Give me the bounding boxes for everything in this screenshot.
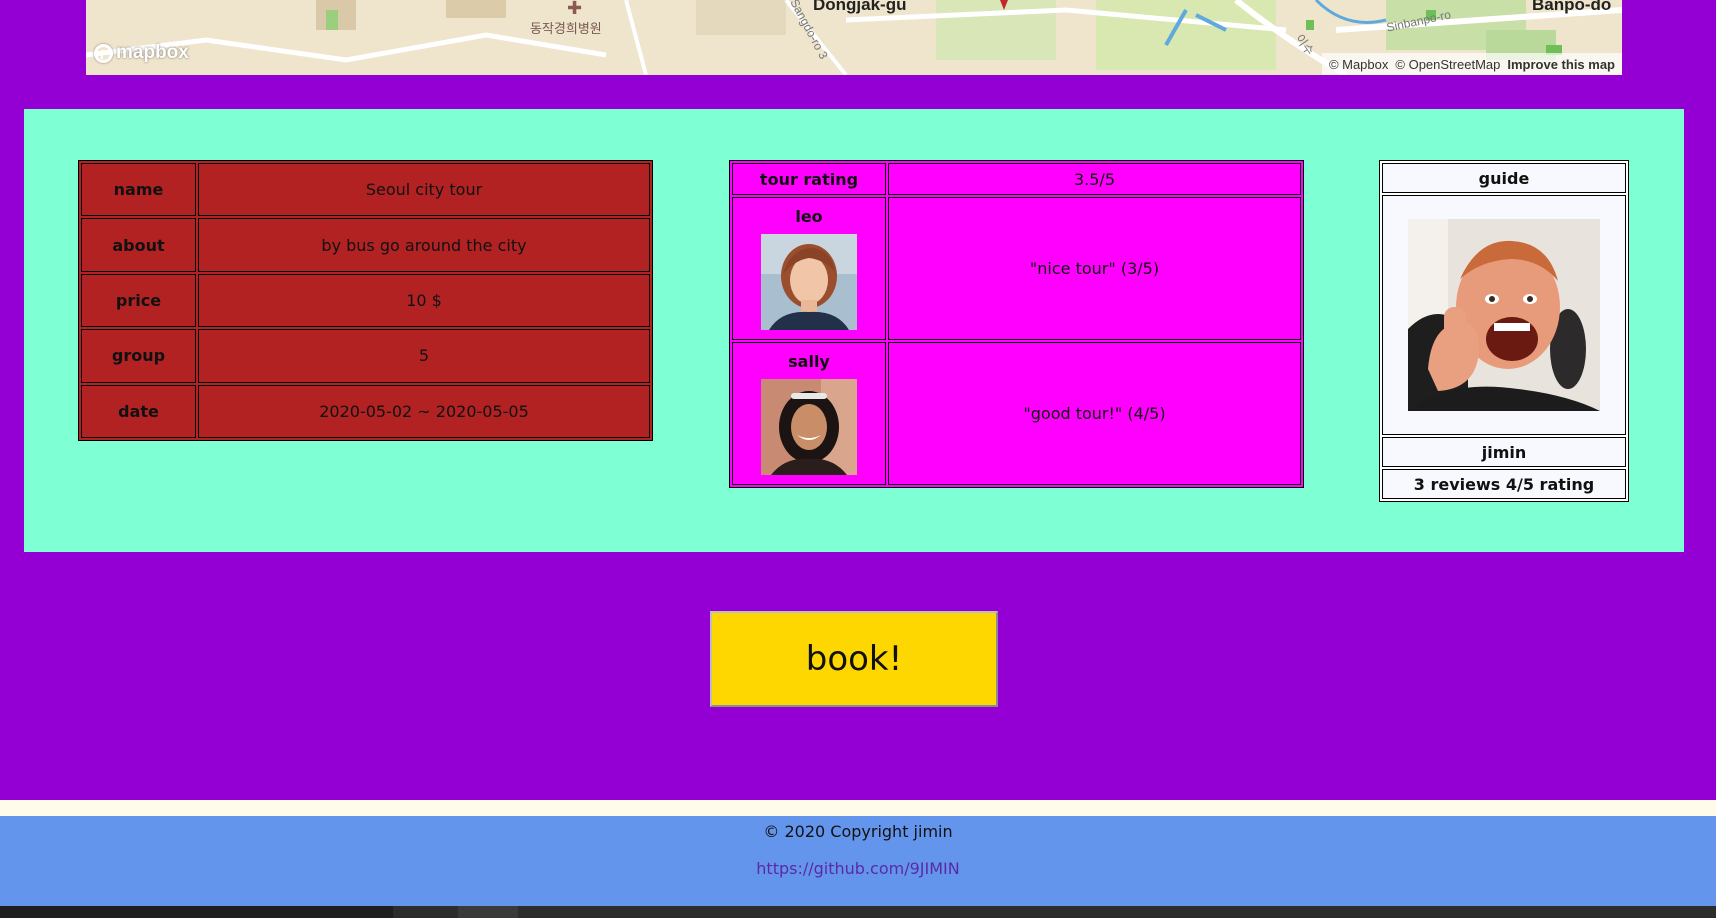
tour-row-about: about by bus go around the city	[81, 218, 650, 272]
review-comment: "nice tour" (3/5)	[888, 197, 1301, 340]
guide-header: guide	[1382, 163, 1626, 193]
map[interactable]: Dongjak-gu Banpo-do 동작경희병원 ✚ Sangdo-ro 3…	[86, 0, 1622, 75]
attribution-osm-link[interactable]: © OpenStreetMap	[1395, 57, 1500, 72]
guide-summary: 3 reviews 4/5 rating	[1382, 469, 1626, 499]
map-label-hospital: 동작경희병원	[530, 22, 602, 37]
footer: © 2020 Copyright jimin https://github.co…	[0, 816, 1716, 906]
book-button[interactable]: book!	[710, 611, 998, 707]
map-label-district: Banpo-do	[1532, 0, 1612, 14]
tour-field-label: date	[81, 384, 196, 438]
tour-field-value: Seoul city tour	[198, 163, 650, 217]
tour-row-price: price 10 $	[81, 273, 650, 328]
mapbox-logo-text: mapbox	[116, 42, 189, 63]
guide-table: guide jimin 3 reviews 4/5 rating	[1379, 160, 1629, 502]
tour-field-label: name	[81, 163, 196, 217]
reviewer-name: leo	[795, 207, 823, 226]
footer-copyright: © 2020 Copyright jimin	[763, 822, 953, 841]
review-row: sally "good tour!" (4/5)	[732, 342, 1301, 485]
tour-details-table: name Seoul city tour about by bus go around…	[78, 160, 653, 441]
tour-field-label: about	[81, 218, 196, 272]
tour-field-value: 2020-05-02 ~ 2020-05-05	[198, 384, 650, 438]
review-row: leo "nice tour" (3/5)	[732, 197, 1301, 340]
guide-photo	[1408, 219, 1600, 411]
taskbar-item[interactable]	[458, 906, 518, 918]
taskbar	[0, 906, 1716, 918]
tour-row-date: date 2020-05-02 ~ 2020-05-05	[81, 384, 650, 438]
hospital-cross-icon: ✚	[567, 0, 583, 19]
tour-row-group: group 5	[81, 329, 650, 383]
tour-field-label: group	[81, 329, 196, 383]
attribution-mapbox-link[interactable]: © Mapbox	[1329, 57, 1388, 72]
map-label-district: Dongjak-gu	[813, 0, 907, 14]
reviewer-avatar	[761, 234, 857, 330]
tour-field-value: 10 $	[198, 273, 650, 328]
review-comment: "good tour!" (4/5)	[888, 342, 1301, 485]
mapbox-logo[interactable]: mapbox	[94, 42, 189, 64]
reviewer-name: sally	[788, 352, 830, 371]
guide-photo-cell	[1382, 195, 1626, 435]
mapbox-logo-icon	[94, 43, 113, 63]
divider-strip	[0, 800, 1716, 816]
improve-map-link[interactable]: Improve this map	[1507, 57, 1615, 72]
reviewer-avatar	[761, 379, 857, 475]
tour-field-label: price	[81, 273, 196, 328]
footer-github-link[interactable]: https://github.com/9JIMIN	[0, 859, 1716, 878]
tour-rating-label: tour rating	[732, 163, 886, 195]
tour-field-value: by bus go around the city	[198, 218, 650, 272]
tour-info-panel: name Seoul city tour about by bus go around…	[24, 109, 1684, 552]
tour-rating-table: tour rating 3.5/5 leo "nice tour" (3/5) …	[729, 160, 1304, 488]
reviewer-cell: leo	[732, 197, 886, 340]
guide-name: jimin	[1382, 437, 1626, 467]
map-attribution: © Mapbox © OpenStreetMap Improve this ma…	[1321, 53, 1622, 75]
tour-rating-value: 3.5/5	[888, 163, 1301, 195]
taskbar-area	[393, 906, 1716, 918]
reviewer-cell: sally	[732, 342, 886, 485]
tour-row-name: name Seoul city tour	[81, 163, 650, 217]
tour-field-value: 5	[198, 329, 650, 383]
